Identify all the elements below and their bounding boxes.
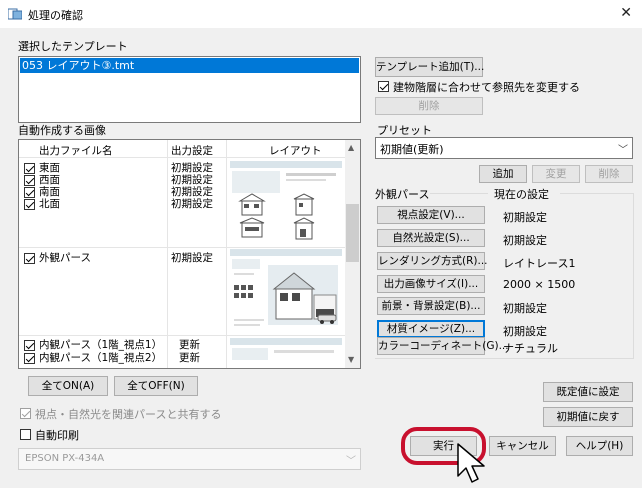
output-size-button[interactable]: 出力画像サイズ(I)... [377, 275, 485, 293]
template-section-label: 選択したテンプレート [18, 40, 128, 53]
template-list[interactable]: 053 レイアウト③.tmt [18, 56, 361, 123]
column-header-layout: レイアウト [269, 145, 322, 157]
row-setting-north: 初期設定 [171, 198, 213, 210]
color-coordinate-value: ナチュラル [503, 342, 558, 355]
viewpoint-value: 初期設定 [503, 211, 547, 224]
set-default-button[interactable]: 既定値に設定 [543, 382, 633, 402]
scroll-up-icon[interactable]: ▲ [348, 143, 354, 152]
row-setting-interior-2: 更新 [179, 352, 200, 364]
exterior-group-label: 外観パース [375, 188, 430, 201]
rendering-method-value: レイトレース1 [503, 257, 576, 270]
share-viewpoint-label: 視点・自然光を関連パースと共有する [35, 408, 222, 421]
exterior-perspective-image [230, 249, 342, 326]
all-off-button[interactable]: 全てOFF(N) [114, 376, 198, 396]
auto-images-label: 自動作成する画像 [18, 124, 106, 137]
chevron-down-icon: ﹀ [618, 145, 628, 156]
row-checkbox-south[interactable] [24, 187, 35, 198]
reset-to-initial-button[interactable]: 初期値に戻す [543, 407, 633, 427]
scroll-down-icon[interactable]: ▼ [348, 355, 354, 364]
mouse-cursor-icon [457, 443, 485, 483]
scroll-thumb[interactable] [346, 204, 359, 262]
row-setting-exterior: 初期設定 [171, 252, 213, 264]
row-checkbox-interior-2[interactable] [24, 353, 35, 364]
row-name-interior-2: 内観パース（1階_視点2） [39, 352, 163, 364]
follow-hierarchy-label: 建物階層に合わせて参照先を変更する [393, 81, 580, 94]
preset-label: プリセット [377, 124, 432, 137]
add-template-button[interactable]: テンプレート追加(T)... [375, 57, 484, 77]
delete-template-button: 削除 [375, 97, 483, 115]
row-checkbox-north[interactable] [24, 199, 35, 210]
foreground-background-value: 初期設定 [503, 302, 547, 315]
all-on-button[interactable]: 全てON(A) [28, 376, 108, 396]
follow-hierarchy-checkbox[interactable] [378, 81, 389, 92]
row-checkbox-east[interactable] [24, 163, 35, 174]
printer-value: EPSON PX-434A [25, 453, 105, 464]
help-button[interactable]: ヘルプ(H) [566, 436, 633, 456]
viewpoint-settings-button[interactable]: 視点設定(V)... [377, 206, 485, 224]
preset-delete-button: 削除 [585, 165, 633, 183]
interior-perspective-image [230, 338, 342, 360]
printer-select: EPSON PX-434A ﹀ [18, 448, 361, 470]
row-checkbox-interior-1[interactable] [24, 340, 35, 351]
table-header: 出力ファイル名 出力設定 レイアウト [19, 140, 346, 158]
column-header-filename: 出力ファイル名 [39, 145, 113, 157]
cancel-button[interactable]: キャンセル [489, 436, 556, 456]
foreground-background-button[interactable]: 前景・背景設定(B)... [377, 297, 485, 315]
template-list-item[interactable]: 053 レイアウト③.tmt [20, 58, 359, 73]
output-size-value: 2000 × 1500 [503, 278, 576, 291]
title-bar [0, 0, 642, 28]
auto-print-label: 自動印刷 [35, 429, 79, 442]
table-scrollbar[interactable]: ▲ ▼ [345, 140, 360, 368]
material-image-value: 初期設定 [503, 325, 547, 338]
app-icon [8, 8, 22, 20]
preset-add-button[interactable]: 追加 [479, 165, 527, 183]
row-name-exterior: 外観パース [39, 252, 91, 264]
current-setting-label: 現在の設定 [494, 188, 549, 201]
color-coordinate-button[interactable]: カラーコーディネート(G)... [377, 337, 509, 355]
row-name-north: 北面 [39, 198, 60, 210]
auto-print-checkbox[interactable] [20, 429, 31, 440]
column-header-setting: 出力設定 [171, 145, 213, 157]
share-viewpoint-checkbox [20, 408, 31, 419]
preset-change-button: 変更 [532, 165, 580, 183]
printer-chevron-icon: ﹀ [346, 456, 356, 467]
layout-thumbnail-elevations [230, 161, 342, 244]
layout-thumbnail-interior [230, 338, 342, 368]
layout-thumbnail-exterior [230, 249, 342, 333]
image-table[interactable]: 出力ファイル名 出力設定 レイアウト 東面 初期設定 西面 初期設定 南面 初期… [18, 139, 361, 369]
row-checkbox-exterior[interactable] [24, 253, 35, 264]
daylight-settings-button[interactable]: 自然光設定(S)... [377, 229, 485, 247]
elevation-drawings-image [230, 161, 342, 240]
daylight-value: 初期設定 [503, 234, 547, 247]
preset-value: 初期値(更新) [380, 143, 444, 156]
rendering-method-button[interactable]: レンダリング方式(R)... [377, 252, 488, 270]
close-icon[interactable]: ✕ [620, 5, 632, 21]
material-image-button[interactable]: 材質イメージ(Z)... [377, 320, 485, 338]
row-checkbox-west[interactable] [24, 175, 35, 186]
preset-select[interactable]: 初期値(更新) ﹀ [375, 137, 633, 159]
window-title: 処理の確認 [28, 9, 83, 22]
